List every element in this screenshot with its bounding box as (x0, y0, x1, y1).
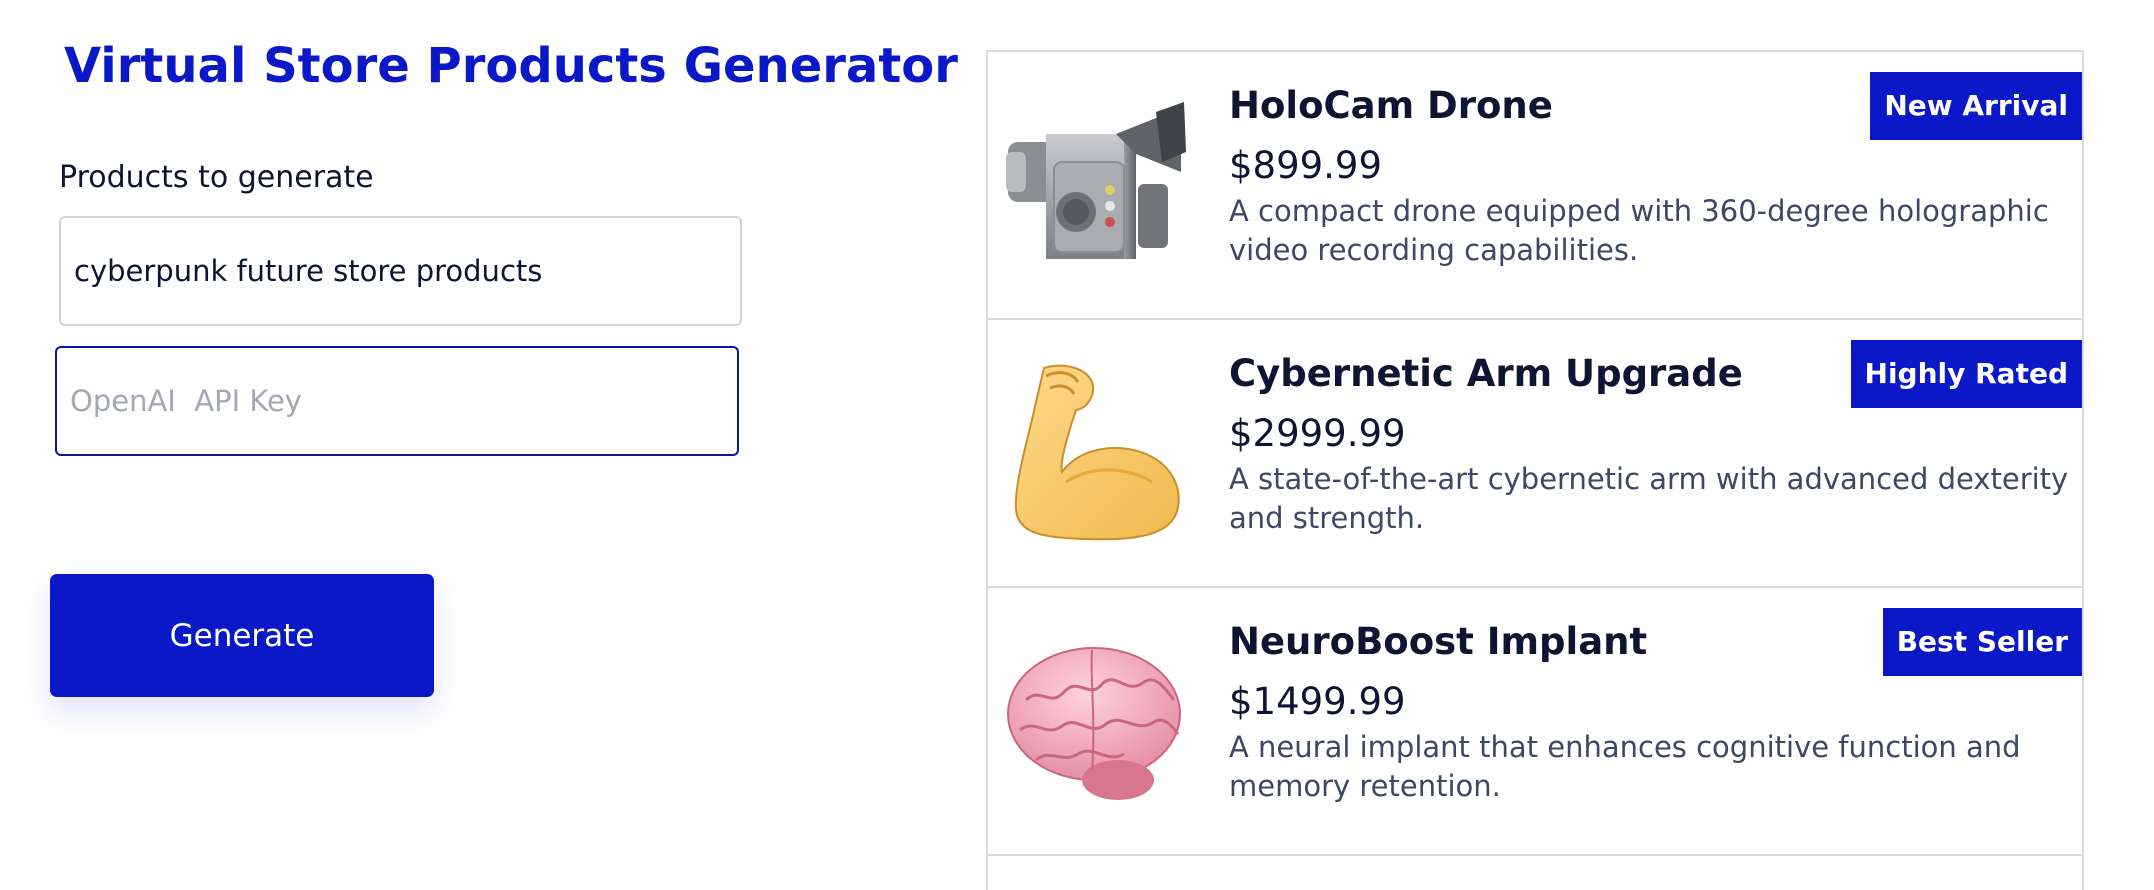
product-description: A state-of-the-art cybernetic arm with a… (1229, 462, 2069, 535)
product-list: HoloCam Drone $899.99 A compact drone eq… (986, 50, 2084, 890)
product-badge: New Arrival (1870, 72, 2082, 140)
product-card: Cybernetic Arm Upgrade $2999.99 A state-… (988, 320, 2082, 588)
product-description: A neural implant that enhances cognitive… (1229, 730, 2021, 803)
flexed-bicep-icon (1006, 362, 1186, 542)
product-badge: Best Seller (1882, 608, 2082, 676)
product-description: A compact drone equipped with 360-degree… (1229, 194, 2049, 267)
products-label: Products to generate (59, 160, 374, 195)
page-title: Virtual Store Products Generator (64, 38, 958, 94)
api-key-input[interactable] (55, 346, 739, 456)
product-price: $2999.99 (1229, 412, 1406, 455)
generate-button[interactable]: Generate (50, 574, 434, 697)
product-name: Cybernetic Arm Upgrade (1229, 352, 1743, 395)
product-name: HoloCam Drone (1229, 84, 1553, 127)
product-card: HoloCam Drone $899.99 A compact drone eq… (988, 52, 2082, 320)
brain-icon (1006, 630, 1186, 810)
video-camera-icon (1006, 94, 1186, 274)
product-card: NeuroBoost Implant $1499.99 A neural imp… (988, 588, 2082, 856)
products-input[interactable] (59, 216, 742, 326)
product-name: NeuroBoost Implant (1229, 620, 1648, 663)
product-badge: Highly Rated (1850, 340, 2082, 408)
product-price: $1499.99 (1229, 680, 1406, 723)
product-price: $899.99 (1229, 144, 1383, 187)
